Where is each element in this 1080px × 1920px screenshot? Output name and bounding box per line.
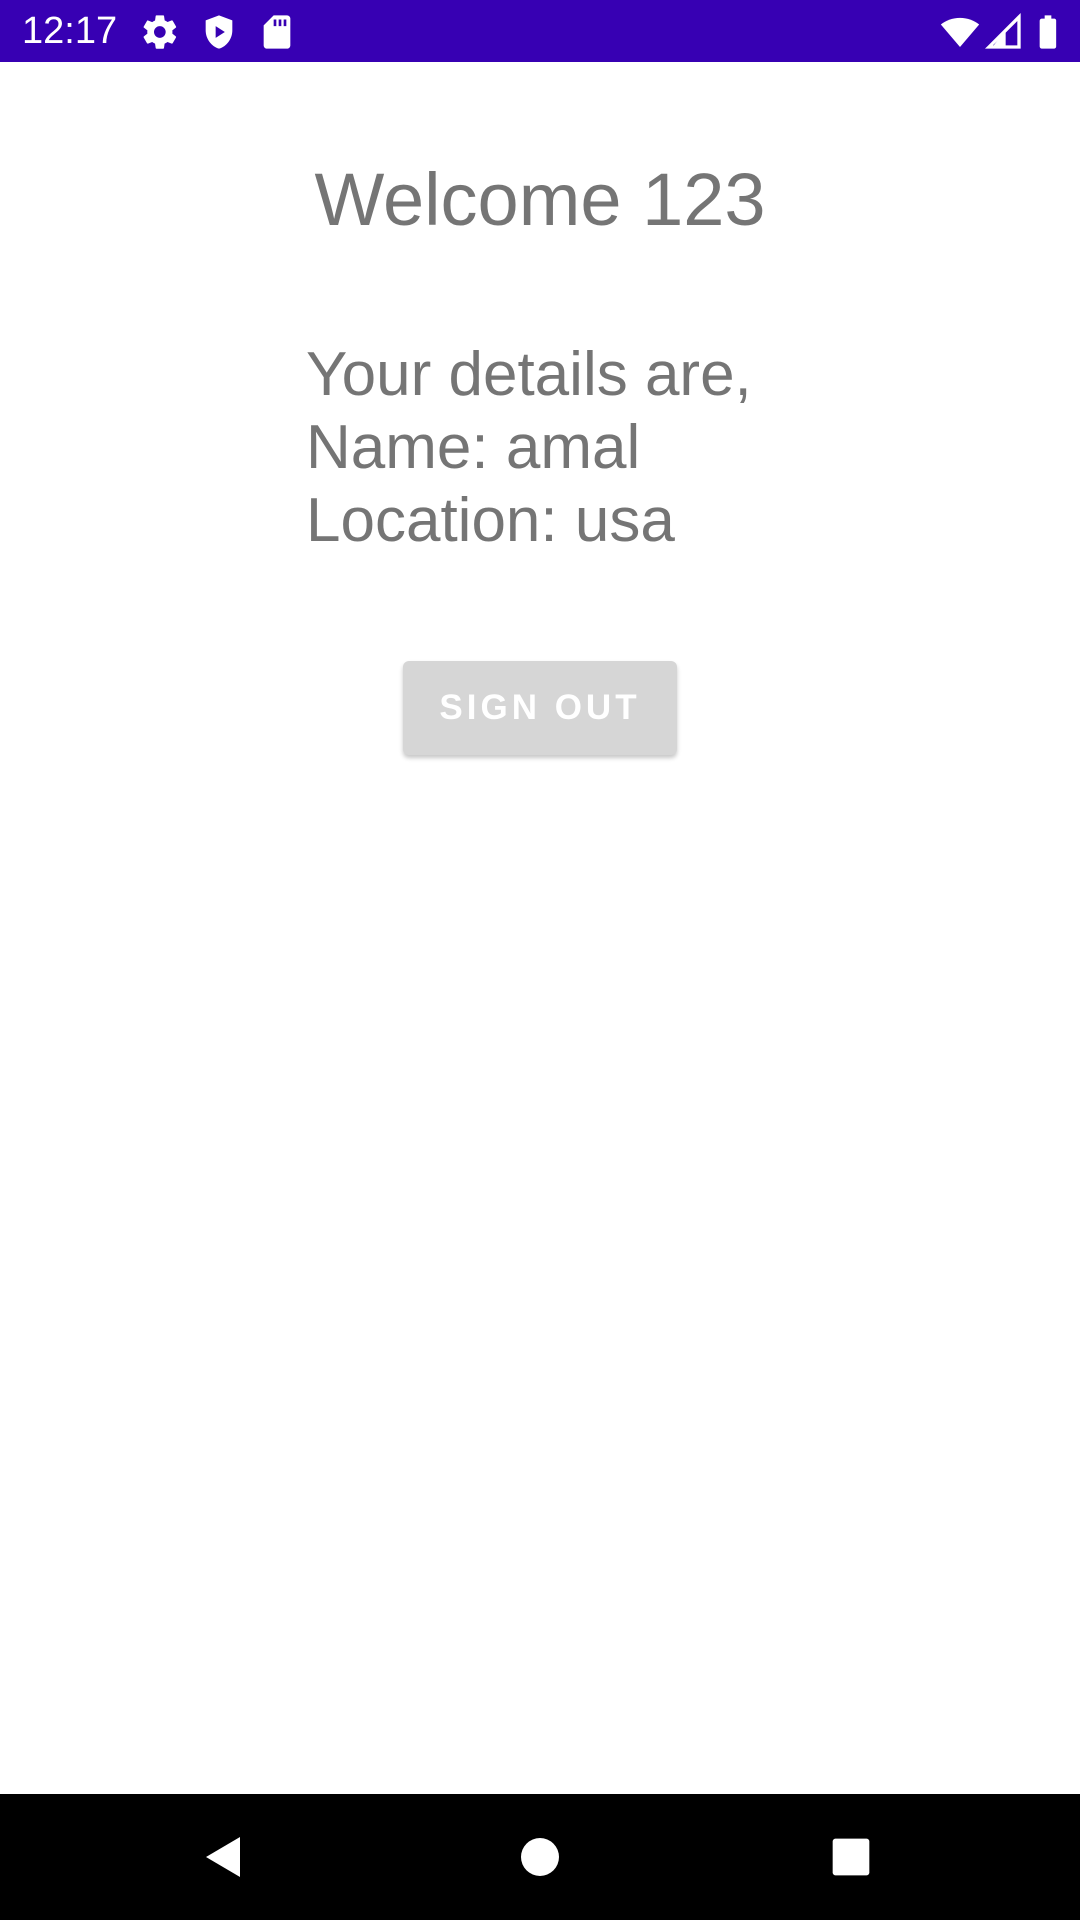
cell-signal-icon: [984, 12, 1024, 52]
user-details: Your details are, Name: amal Location: u…: [306, 338, 1006, 557]
details-name: Name: amal: [306, 413, 641, 482]
recents-icon[interactable]: [821, 1827, 881, 1887]
status-time: 12:17: [22, 10, 118, 52]
home-icon[interactable]: [510, 1827, 570, 1887]
sign-out-button[interactable]: SIGN OUT: [403, 661, 677, 755]
status-bar: 12:17: [0, 0, 1080, 62]
settings-gear-icon: [140, 12, 180, 52]
battery-icon: [1028, 12, 1068, 52]
details-location: Location: usa: [306, 486, 675, 555]
welcome-title: Welcome 123: [314, 158, 766, 241]
sd-card-icon: [257, 12, 297, 52]
navigation-bar: [0, 1794, 1080, 1920]
app-screen: 12:17 Welcome 123 Your details are, Name…: [0, 0, 1080, 1920]
back-icon[interactable]: [194, 1827, 254, 1887]
shield-play-icon: [199, 12, 239, 52]
details-intro: Your details are,: [306, 340, 752, 409]
wifi-icon: [940, 12, 980, 52]
